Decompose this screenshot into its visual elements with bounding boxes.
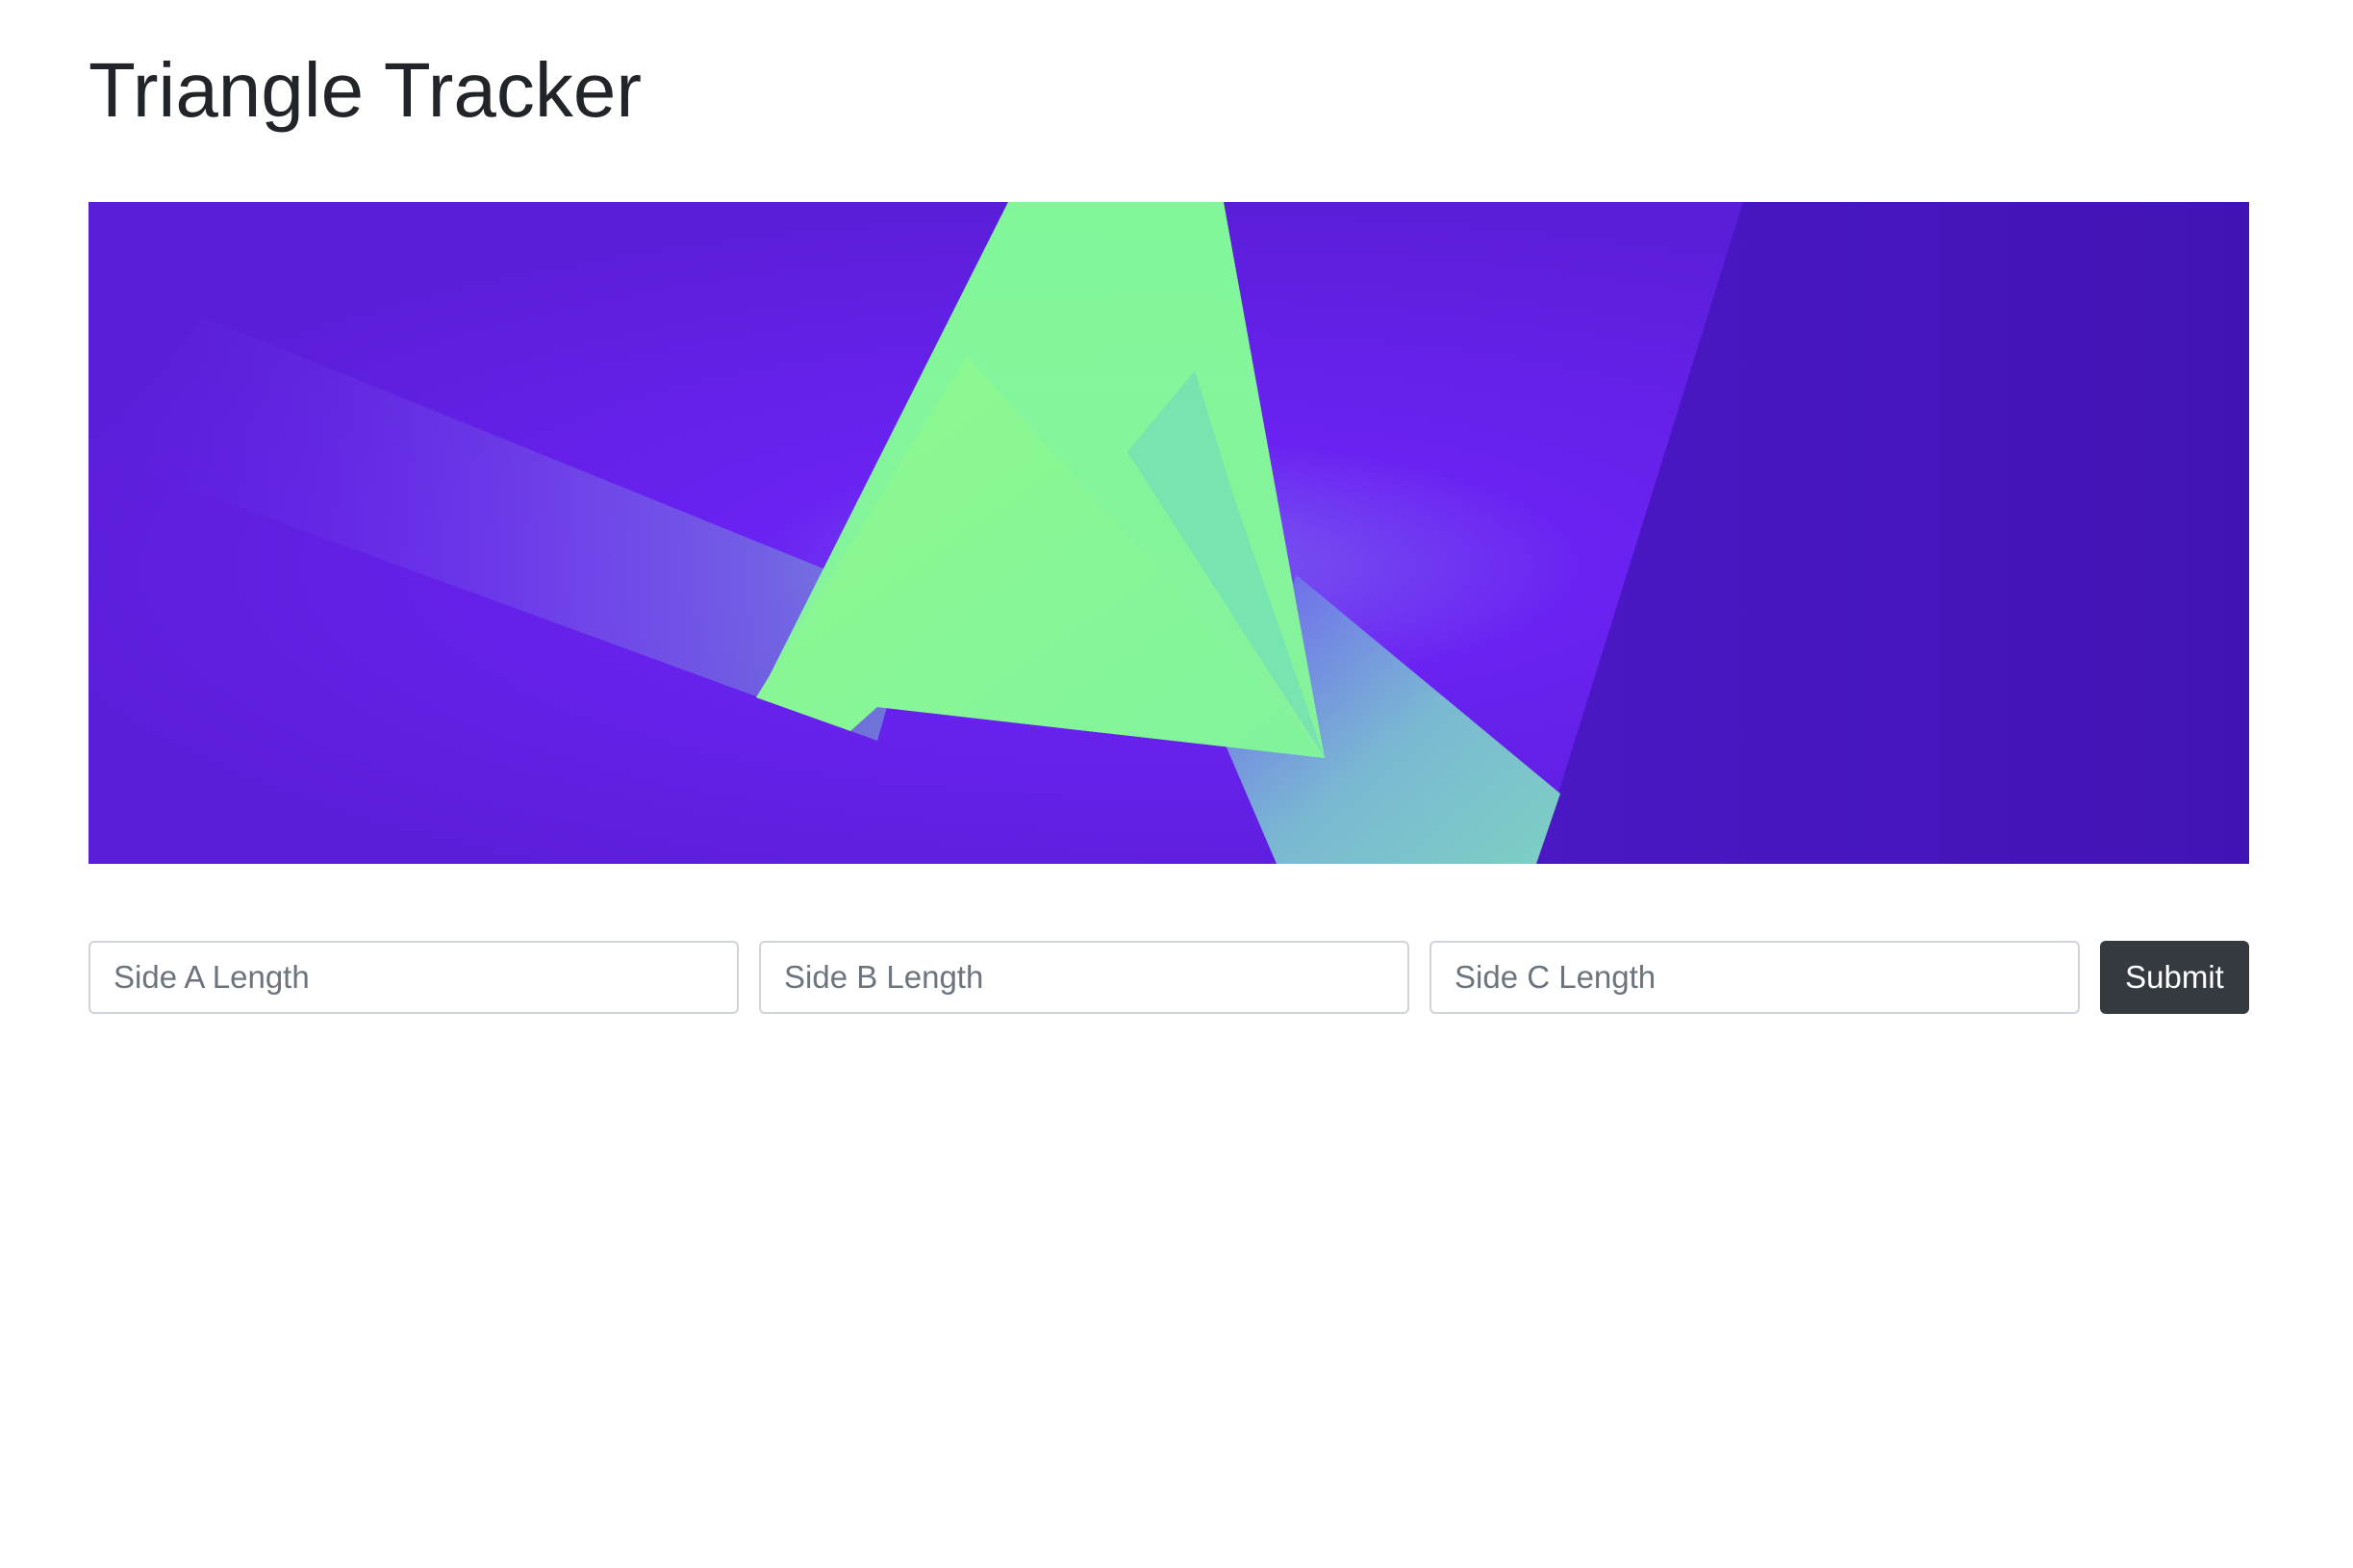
side-c-input[interactable] [1430,941,2080,1014]
page-title: Triangle Tracker [89,47,642,133]
side-a-input[interactable] [89,941,739,1014]
triangle-form: Submit [89,941,2249,1014]
submit-button[interactable]: Submit [2100,941,2249,1014]
hero-banner [89,202,2249,864]
side-b-input[interactable] [759,941,1409,1014]
abstract-triangles-illustration [89,202,2249,864]
